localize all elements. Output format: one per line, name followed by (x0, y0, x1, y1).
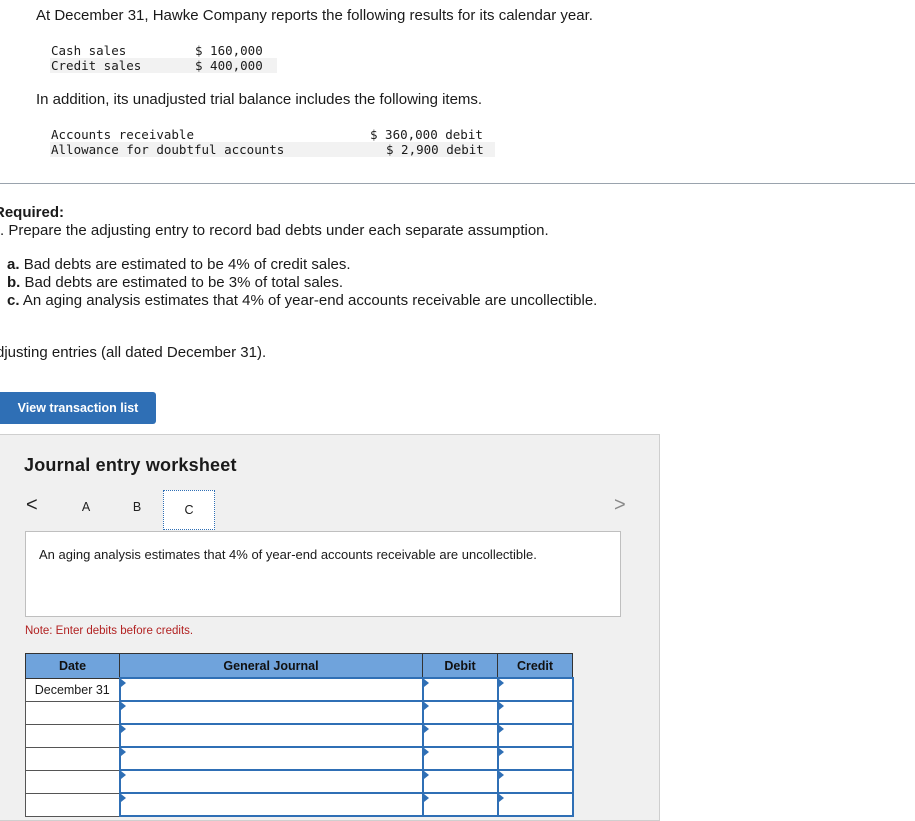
divider (0, 183, 915, 184)
table-row (25, 723, 574, 748)
date-cell (25, 792, 120, 817)
journal-account-input[interactable] (118, 769, 424, 794)
accounts-receivable-row: Accounts receivable $ 360,000 debit (50, 127, 495, 142)
date-cell: December 31 (25, 677, 120, 702)
tab-b[interactable]: B (127, 500, 147, 514)
allowance-label: Allowance for doubtful accounts (51, 142, 285, 157)
credit-input[interactable] (496, 746, 574, 771)
debit-input[interactable] (421, 769, 499, 794)
intro-text: At December 31, Hawke Company reports th… (36, 7, 593, 24)
credit-column-header: Credit (497, 653, 573, 679)
date-cell (25, 723, 120, 748)
credit-sales-row: Credit sales $ 400,000 (50, 58, 277, 73)
debit-input[interactable] (421, 746, 499, 771)
entry-description: An aging analysis estimates that 4% of y… (39, 547, 537, 562)
allowance-row: Allowance for doubtful accounts $ 2,900 … (50, 142, 495, 157)
debit-input[interactable] (421, 700, 499, 725)
journal-account-input[interactable] (118, 723, 424, 748)
table-row (25, 700, 574, 725)
date-cell (25, 700, 120, 725)
journal-account-input[interactable] (118, 792, 424, 817)
chevron-right-icon[interactable]: > (614, 494, 626, 517)
credit-input[interactable] (496, 769, 574, 794)
accounts-receivable-label: Accounts receivable (51, 127, 194, 142)
adjusting-entries-text: djusting entries (all dated December 31)… (0, 344, 267, 361)
credit-input[interactable] (496, 677, 574, 702)
required-text: . Prepare the adjusting entry to record … (0, 222, 549, 239)
date-column-header: Date (25, 653, 120, 679)
table-row (25, 746, 574, 771)
debit-input[interactable] (421, 677, 499, 702)
assumption-c: c. An aging analysis estimates that 4% o… (7, 292, 598, 309)
journal-account-input[interactable] (118, 700, 424, 725)
table-row (25, 792, 574, 817)
assumption-a: a. Bad debts are estimated to be 4% of c… (7, 256, 351, 273)
credit-sales-value: $ 400,000 (195, 58, 263, 73)
date-cell (25, 746, 120, 771)
view-transaction-list-button[interactable]: View transaction list (0, 392, 156, 424)
accounts-receivable-value: $ 360,000 debit (370, 127, 483, 142)
general-journal-table: Date General Journal Debit Credit Decemb… (25, 653, 574, 817)
cash-sales-label: Cash sales (51, 43, 127, 58)
cash-sales-row: Cash sales $ 160,000 (50, 43, 277, 58)
debit-input[interactable] (421, 723, 499, 748)
date-cell (25, 769, 120, 794)
credit-sales-label: Credit sales (51, 58, 142, 73)
journal-column-header: General Journal (119, 653, 423, 679)
debit-input[interactable] (421, 792, 499, 817)
chevron-left-icon[interactable]: < (26, 494, 38, 517)
journal-account-input[interactable] (118, 746, 424, 771)
addition-text: In addition, its unadjusted trial balanc… (36, 91, 483, 108)
tab-c[interactable]: C (163, 490, 215, 530)
table-row: December 31 (25, 677, 574, 702)
table-row (25, 769, 574, 794)
assumption-b: b. Bad debts are estimated to be 3% of t… (7, 274, 344, 291)
debits-note: Note: Enter debits before credits. (25, 625, 194, 637)
credit-input[interactable] (496, 700, 574, 725)
journal-account-input[interactable] (118, 677, 424, 702)
tab-a[interactable]: A (76, 500, 96, 514)
cash-sales-value: $ 160,000 (195, 43, 263, 58)
worksheet-title: Journal entry worksheet (24, 455, 237, 475)
required-heading: Required: (0, 204, 65, 221)
credit-input[interactable] (496, 723, 574, 748)
allowance-value: $ 2,900 debit (386, 142, 484, 157)
table-header-row: Date General Journal Debit Credit (25, 653, 573, 679)
debit-column-header: Debit (422, 653, 498, 679)
credit-input[interactable] (496, 792, 574, 817)
entry-description-box: An aging analysis estimates that 4% of y… (25, 531, 621, 617)
assumption-list: a. Bad debts are estimated to be 4% of c… (7, 256, 597, 310)
